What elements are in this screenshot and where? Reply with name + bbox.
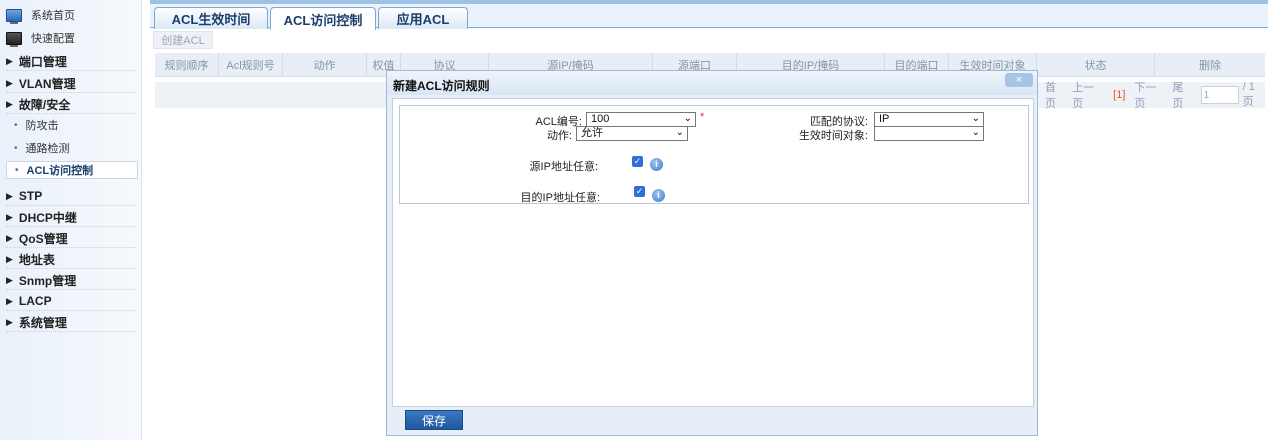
sidebar-item-acl-access-control[interactable]: • ACL访问控制 — [6, 161, 138, 179]
expand-triangle-icon: ▶ — [6, 98, 13, 109]
sidebar-group-label: DHCP中继 — [18, 210, 77, 225]
sidebar-item-label: 通路检测 — [25, 143, 70, 155]
sidebar-item-home[interactable]: 系统首页 — [6, 5, 136, 25]
tab-apply-acl[interactable]: 应用ACL — [378, 7, 468, 29]
sidebar-group-stp[interactable]: ▶ STP — [6, 187, 136, 206]
sidebar-item-label: 系统首页 — [31, 10, 75, 22]
sidebar-group-lacp[interactable]: ▶ LACP — [6, 292, 136, 311]
expand-triangle-icon: ▶ — [6, 55, 13, 66]
chevron-down-icon: ⌄ — [971, 127, 980, 138]
tab-bar: ACL生效时间 ACL访问控制 应用ACL — [150, 4, 1268, 30]
pager-total: / 1 页 — [1242, 81, 1255, 108]
info-icon[interactable]: i — [652, 189, 665, 202]
pager-next-link[interactable]: 下一页 — [1134, 79, 1166, 111]
time-object-label: 生效时间对象: — [798, 130, 868, 142]
expand-triangle-icon: ▶ — [6, 190, 13, 201]
close-icon[interactable]: × — [1005, 73, 1033, 87]
action-select[interactable]: 允许 ⌄ — [576, 126, 688, 141]
action-value: 允许 — [581, 127, 603, 139]
column-header: 删除 — [1199, 60, 1221, 72]
dst-ip-any-label: 目的IP地址任意: — [520, 192, 600, 204]
sidebar-group-label: Snmp管理 — [18, 273, 77, 288]
time-object-select[interactable]: ⌄ — [874, 126, 984, 141]
quick-config-monitor-icon — [6, 31, 22, 47]
bullet-icon: • — [15, 164, 19, 176]
save-button[interactable]: 保存 — [405, 410, 463, 430]
chevron-down-icon: ⌄ — [971, 113, 980, 124]
sidebar-group-qos[interactable]: ▶ QoS管理 — [6, 229, 136, 248]
sidebar-group-port[interactable]: ▶ 端口管理 — [6, 52, 136, 71]
sidebar-group-label: 系统管理 — [18, 315, 67, 330]
expand-triangle-icon: ▶ — [6, 232, 13, 243]
info-icon[interactable]: i — [650, 158, 663, 171]
new-acl-rule-dialog: 新建ACL访问规则 × ACL编号: 100 ⌄ * 匹配的协议: IP ⌄ 动… — [386, 70, 1038, 436]
sidebar-group-label: VLAN管理 — [18, 76, 76, 91]
action-label: 动作: — [546, 130, 572, 142]
expand-triangle-icon: ▶ — [6, 253, 13, 264]
sidebar-group-label: QoS管理 — [18, 231, 68, 246]
sidebar-item-label: ACL访问控制 — [26, 165, 94, 177]
sidebar-group-label: LACP — [18, 294, 52, 308]
pager-last-link[interactable]: 尾页 — [1172, 79, 1193, 111]
dialog-body: ACL编号: 100 ⌄ * 匹配的协议: IP ⌄ 动作: 允许 ⌄ 生效时间… — [392, 98, 1034, 407]
bullet-icon: • — [14, 119, 18, 131]
src-ip-any-checkbox[interactable]: ✓ — [632, 156, 643, 167]
sidebar-group-label: STP — [18, 189, 43, 203]
pager-current-page: [1] — [1113, 89, 1126, 101]
pager-page-input[interactable] — [1200, 86, 1239, 104]
home-monitor-icon — [6, 8, 22, 24]
dialog-header: 新建ACL访问规则 × — [387, 71, 1037, 95]
sidebar-group-snmp[interactable]: ▶ Snmp管理 — [6, 271, 136, 290]
expand-triangle-icon: ▶ — [6, 274, 13, 285]
expand-triangle-icon: ▶ — [6, 295, 13, 306]
protocol-value: IP — [879, 113, 890, 125]
pager: 首页 上一页 [1] 下一页 尾页 / 1 页 — [1042, 79, 1268, 111]
required-mark: * — [700, 111, 705, 123]
create-acl-button[interactable]: 创建ACL — [153, 31, 213, 49]
sidebar-group-address-table[interactable]: ▶ 地址表 — [6, 250, 136, 269]
column-header: 动作 — [283, 53, 367, 77]
expand-triangle-icon: ▶ — [6, 316, 13, 327]
column-header: 状态 — [1037, 53, 1155, 77]
sidebar-item-anti-attack[interactable]: • 防攻击 — [14, 116, 134, 134]
expand-triangle-icon: ▶ — [6, 211, 13, 222]
sidebar-item-label: 防攻击 — [25, 120, 59, 132]
dst-ip-any-checkbox[interactable]: ✓ — [634, 186, 645, 197]
rule-form: ACL编号: 100 ⌄ * 匹配的协议: IP ⌄ 动作: 允许 ⌄ 生效时间… — [399, 105, 1029, 204]
sidebar-group-label: 端口管理 — [18, 54, 67, 69]
sidebar-item-path-check[interactable]: • 通路检测 — [14, 139, 134, 157]
sidebar-group-dhcp-relay[interactable]: ▶ DHCP中继 — [6, 208, 136, 227]
sidebar-item-quick-config[interactable]: 快速配置 — [6, 28, 136, 48]
chevron-down-icon: ⌄ — [683, 113, 692, 124]
sidebar-group-label: 故障/安全 — [18, 97, 71, 112]
acl-number-select[interactable]: 100 ⌄ — [586, 112, 696, 127]
sidebar-group-fault-security[interactable]: ▶ 故障/安全 — [6, 95, 136, 114]
sidebar-item-label: 快速配置 — [31, 33, 75, 45]
sidebar-group-system[interactable]: ▶ 系统管理 — [6, 313, 136, 332]
tab-acl-access-control[interactable]: ACL访问控制 — [270, 7, 376, 30]
sidebar: 系统首页 快速配置 ▶ 端口管理 ▶ VLAN管理 ▶ 故障/安全 • 防攻击 … — [0, 0, 142, 440]
pager-first-link[interactable]: 首页 — [1045, 79, 1066, 111]
sidebar-group-vlan[interactable]: ▶ VLAN管理 — [6, 74, 136, 93]
src-ip-any-label: 源IP地址任意: — [529, 161, 598, 173]
chevron-down-icon: ⌄ — [675, 127, 684, 138]
pager-prev-link[interactable]: 上一页 — [1072, 79, 1104, 111]
dialog-title: 新建ACL访问规则 — [393, 79, 490, 93]
sidebar-group-label: 地址表 — [18, 252, 55, 267]
expand-triangle-icon: ▶ — [6, 77, 13, 88]
column-header: Acl规则号 — [219, 53, 283, 77]
protocol-select[interactable]: IP ⌄ — [874, 112, 984, 127]
bullet-icon: • — [14, 142, 18, 154]
tab-acl-effective-time[interactable]: ACL生效时间 — [154, 7, 268, 29]
column-header: 规则顺序 — [155, 53, 219, 77]
acl-number-value: 100 — [591, 113, 610, 125]
